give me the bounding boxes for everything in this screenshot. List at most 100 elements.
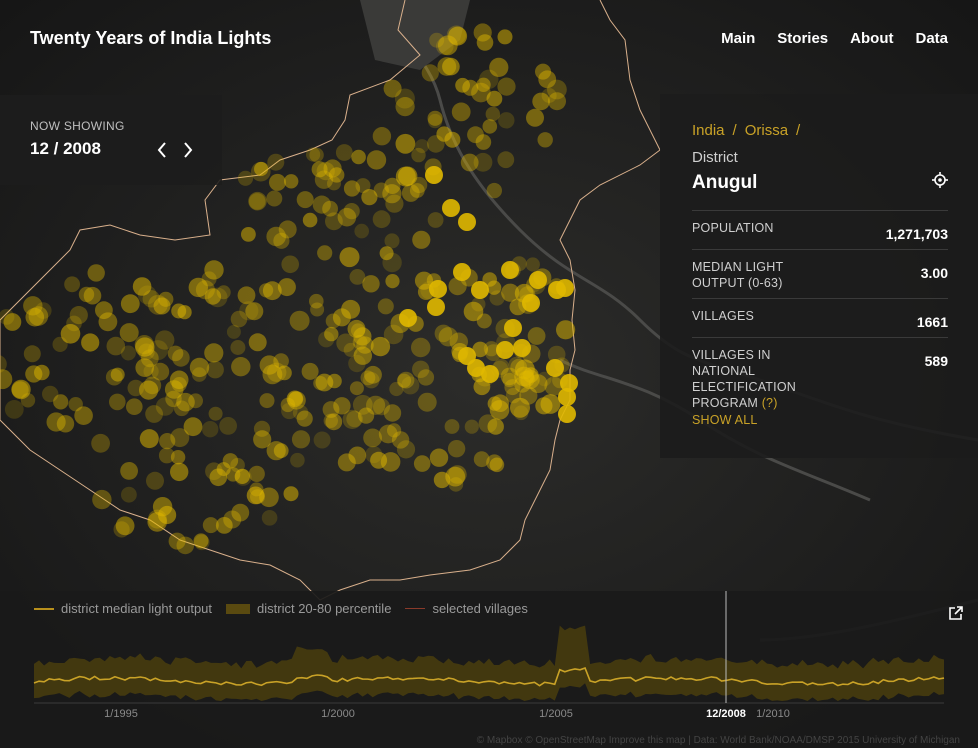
village-dot[interactable] (427, 135, 445, 153)
village-dot[interactable] (372, 127, 392, 146)
village-dot[interactable] (427, 212, 444, 228)
village-dot[interactable] (464, 419, 479, 434)
village-dot[interactable] (453, 263, 471, 281)
village-dot[interactable] (60, 324, 81, 344)
village-dot[interactable] (442, 199, 460, 217)
village-dot[interactable] (427, 298, 445, 316)
village-dot[interactable] (155, 330, 175, 350)
village-dot[interactable] (467, 126, 484, 144)
village-dot[interactable] (230, 457, 245, 473)
village-dot[interactable] (383, 79, 402, 98)
village-dot[interactable] (546, 359, 564, 377)
expand-chart-button[interactable] (948, 605, 964, 621)
village-dot[interactable] (120, 486, 137, 503)
village-dot[interactable] (291, 430, 311, 449)
village-dot[interactable] (413, 455, 431, 472)
village-dot[interactable] (325, 413, 343, 431)
village-dot[interactable] (269, 173, 286, 191)
village-dot[interactable] (377, 298, 394, 315)
village-dot[interactable] (476, 77, 491, 93)
village-dot[interactable] (105, 368, 123, 386)
village-dot[interactable] (491, 394, 510, 413)
village-dot[interactable] (497, 151, 515, 169)
village-dot[interactable] (189, 357, 210, 378)
village-dot[interactable] (451, 102, 471, 122)
village-dot[interactable] (302, 212, 318, 228)
village-dot[interactable] (113, 521, 130, 538)
next-month-button[interactable] (180, 139, 196, 161)
village-dot[interactable] (348, 446, 367, 465)
village-dot[interactable] (417, 392, 437, 412)
village-dot[interactable] (513, 405, 529, 421)
village-dot[interactable] (261, 510, 278, 526)
village-dot[interactable] (532, 92, 550, 111)
village-dot[interactable] (412, 230, 431, 249)
village-dot[interactable] (204, 260, 224, 280)
village-dot[interactable] (324, 326, 339, 342)
village-dot[interactable] (245, 302, 264, 321)
village-dot[interactable] (486, 182, 502, 199)
site-title[interactable]: Twenty Years of India Lights (30, 28, 271, 49)
village-dot[interactable] (349, 381, 364, 396)
village-dot[interactable] (444, 131, 461, 148)
village-dot[interactable] (120, 294, 140, 314)
village-dot[interactable] (278, 220, 297, 239)
village-dot[interactable] (489, 290, 505, 306)
village-dot[interactable] (343, 342, 358, 357)
timeline-panel[interactable]: 1/1995 1/2000 1/2005 12/2008 1/2010 dist… (0, 591, 978, 748)
village-dot[interactable] (139, 429, 159, 449)
village-dot[interactable] (120, 345, 136, 361)
village-dot[interactable] (92, 489, 112, 510)
village-dot[interactable] (489, 57, 509, 77)
village-dot[interactable] (481, 365, 499, 383)
village-dot[interactable] (248, 465, 265, 482)
village-dot[interactable] (558, 388, 576, 406)
village-dot[interactable] (237, 170, 254, 186)
village-dot[interactable] (230, 340, 246, 355)
nav-main[interactable]: Main (721, 30, 755, 47)
village-dot[interactable] (526, 108, 544, 127)
village-dot[interactable] (266, 190, 283, 207)
nav-about[interactable]: About (850, 30, 893, 47)
village-dot[interactable] (513, 339, 531, 357)
village-dot[interactable] (95, 301, 113, 320)
village-dot[interactable] (25, 365, 43, 383)
village-dot[interactable] (83, 286, 102, 305)
village-dot[interactable] (208, 406, 223, 421)
village-dot[interactable] (170, 462, 189, 482)
village-dot[interactable] (188, 277, 208, 298)
village-dot[interactable] (558, 405, 576, 423)
village-dot[interactable] (315, 373, 334, 392)
village-dot[interactable] (292, 404, 309, 421)
village-dot[interactable] (556, 320, 576, 340)
village-dot[interactable] (522, 294, 540, 312)
village-dot[interactable] (399, 309, 417, 327)
village-dot[interactable] (253, 420, 271, 437)
village-dot[interactable] (372, 210, 391, 229)
village-dot[interactable] (176, 392, 195, 412)
village-dot[interactable] (444, 419, 460, 434)
village-dot[interactable] (473, 23, 492, 42)
village-dot[interactable] (455, 77, 470, 93)
village-dot[interactable] (145, 405, 164, 423)
village-dot[interactable] (501, 261, 519, 279)
village-dot[interactable] (248, 191, 267, 211)
village-dot[interactable] (458, 213, 476, 231)
village-dot[interactable] (248, 333, 267, 352)
village-dot[interactable] (442, 57, 460, 76)
village-dot[interactable] (231, 357, 251, 377)
village-dot[interactable] (537, 132, 553, 148)
village-dot[interactable] (289, 310, 310, 331)
village-dot[interactable] (395, 133, 416, 154)
village-dot[interactable] (411, 337, 431, 358)
village-dot[interactable] (135, 337, 155, 357)
village-dot[interactable] (448, 465, 467, 484)
village-dot[interactable] (202, 421, 219, 438)
village-dot[interactable] (396, 440, 416, 459)
village-dot[interactable] (341, 299, 361, 319)
village-dot[interactable] (231, 503, 250, 522)
village-dot[interactable] (497, 77, 516, 96)
village-dot[interactable] (396, 373, 412, 388)
village-dot[interactable] (266, 441, 286, 461)
village-dot[interactable] (427, 113, 443, 129)
